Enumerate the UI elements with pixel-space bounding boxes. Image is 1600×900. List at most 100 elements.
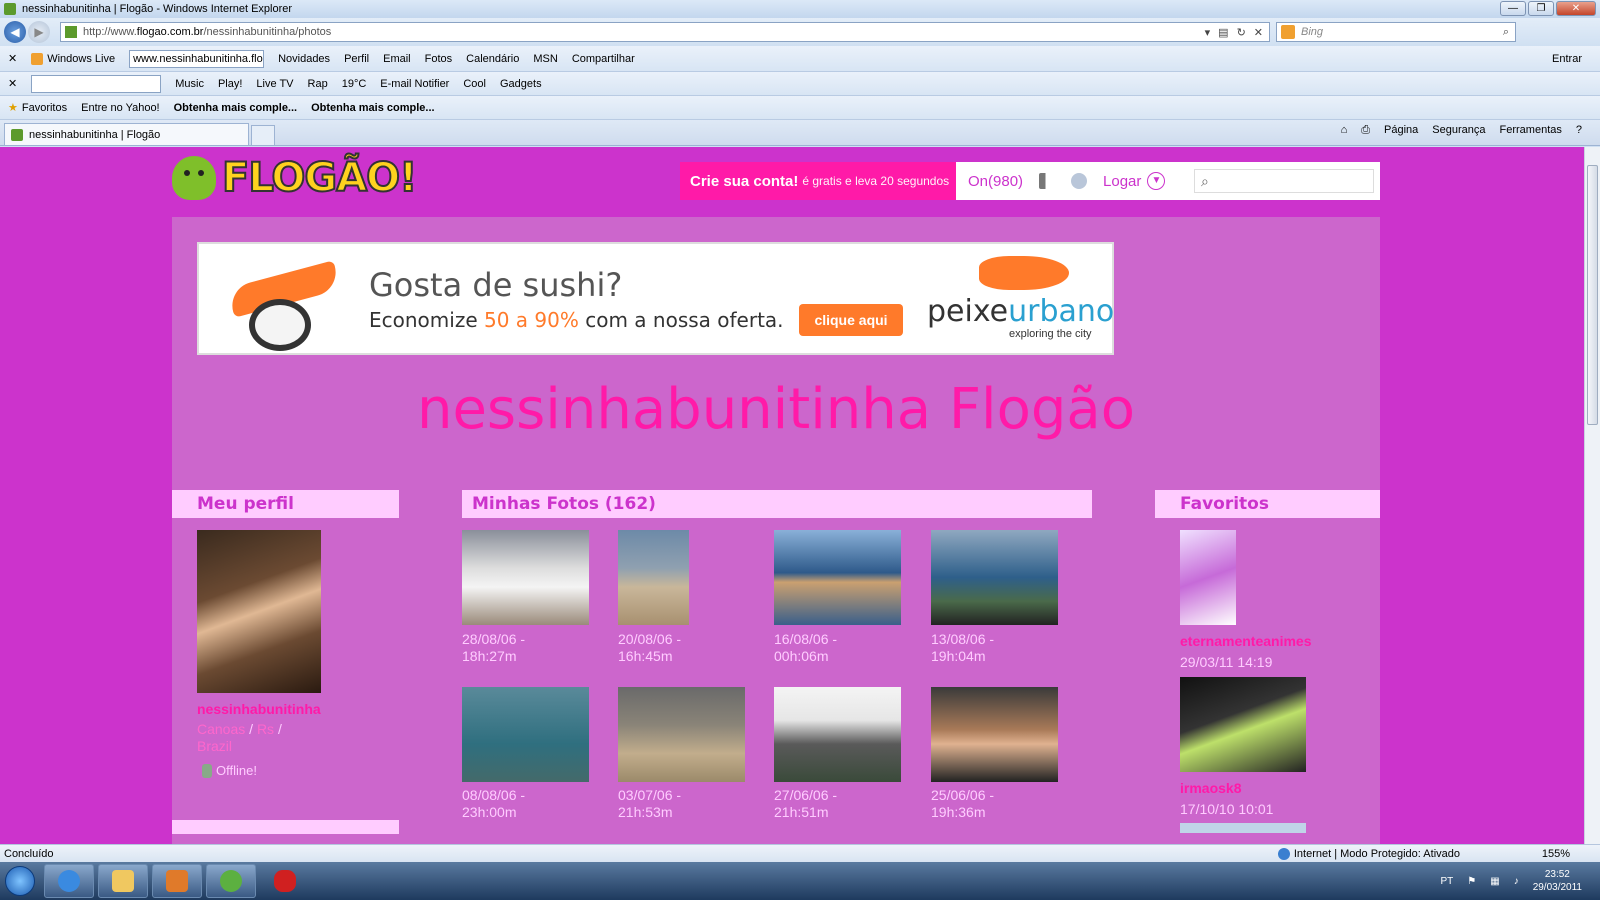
toolbar-music[interactable]: Music — [175, 78, 204, 90]
fav-obtenha-1[interactable]: Obtenha mais comple... — [174, 102, 297, 114]
profile-state[interactable]: Rs — [257, 721, 274, 737]
minimize-button[interactable]: — — [1500, 1, 1526, 16]
browser-search-box[interactable]: Bing ⌕ — [1276, 22, 1516, 42]
favorites-heading: Favoritos — [1155, 490, 1380, 518]
ad-line: Economize 50 a 90% com a nossa oferta. — [369, 308, 784, 332]
restore-button[interactable]: ❐ — [1528, 1, 1554, 16]
search-icon[interactable]: ⌕ — [1503, 26, 1509, 39]
profile-photo[interactable] — [197, 530, 321, 693]
signup-button[interactable]: Crie sua conta! é gratis e leva 20 segun… — [680, 162, 956, 200]
online-count[interactable]: On(980) — [968, 173, 1023, 190]
toolbar-live-tv[interactable]: Live TV — [256, 78, 293, 90]
back-button[interactable]: ◀ — [4, 21, 26, 43]
close-button[interactable]: ✕ — [1556, 1, 1596, 16]
favorites-button[interactable]: ★ Favoritos — [8, 101, 67, 115]
photo-caption: 08/08/06 -23h:00m — [462, 787, 526, 820]
favorite-thumb[interactable] — [1180, 823, 1306, 833]
window-title: nessinhabunitinha | Flogão - Windows Int… — [22, 3, 293, 15]
fav-yahoo[interactable]: Entre no Yahoo! — [81, 102, 160, 114]
ad-banner[interactable]: Gosta de sushi? Economize 50 a 90% com a… — [197, 242, 1114, 355]
tab-flogao[interactable]: nessinhabunitinha | Flogão — [4, 123, 249, 145]
compat-icon[interactable]: ▤ — [1218, 26, 1228, 39]
help-icon[interactable]: ? — [1576, 124, 1582, 137]
cmd-seguranca[interactable]: Segurança — [1432, 124, 1485, 137]
help-circle-icon[interactable] — [1071, 173, 1088, 189]
profile-username[interactable]: nessinhabunitinha — [197, 701, 321, 717]
profile-country[interactable]: Brazil — [197, 738, 232, 754]
favorite-thumb[interactable] — [1180, 677, 1306, 772]
vertical-scrollbar[interactable] — [1584, 147, 1600, 844]
favorite-name[interactable]: eternamenteanimes — [1180, 633, 1312, 649]
live-nav-calendario[interactable]: Calendário — [466, 53, 519, 65]
taskbar-app[interactable] — [260, 864, 310, 898]
taskbar-ie[interactable] — [44, 864, 94, 898]
close-toolbar-icon[interactable]: ✕ — [8, 77, 17, 90]
photo-thumb[interactable] — [462, 687, 589, 782]
live-search-input[interactable]: www.nessinhabunitinha.flogao.com.br — [129, 49, 265, 68]
volume-icon[interactable]: ♪ — [1514, 876, 1519, 887]
live-nav-fotos[interactable]: Fotos — [425, 53, 453, 65]
favorite-thumb[interactable] — [1180, 530, 1236, 625]
close-toolbar-icon[interactable]: ✕ — [8, 52, 17, 65]
cmd-ferramentas[interactable]: Ferramentas — [1500, 124, 1562, 137]
refresh-icon[interactable]: ↻ — [1237, 26, 1246, 39]
profile-city[interactable]: Canoas — [197, 721, 245, 737]
live-nav-msn[interactable]: MSN — [533, 53, 557, 65]
taskbar-messenger[interactable] — [206, 864, 256, 898]
language-indicator[interactable]: PT — [1440, 876, 1453, 887]
user-status-icon — [202, 763, 212, 778]
print-icon[interactable]: ⎙ — [1361, 124, 1370, 137]
taskbar-explorer[interactable] — [98, 864, 148, 898]
dropdown-icon[interactable]: ▾ — [1205, 26, 1211, 39]
flag-icon[interactable]: ⚑ — [1467, 876, 1476, 887]
start-button[interactable] — [0, 862, 40, 900]
home-icon[interactable]: ⌂ — [1341, 124, 1348, 137]
gadgets-button[interactable]: Gadgets — [500, 78, 542, 90]
window-controls: — ❐ ✕ — [1500, 1, 1596, 16]
favorite-date: 29/03/11 14:19 — [1180, 654, 1273, 670]
toolbar-play[interactable]: Play! — [218, 78, 242, 90]
security-zone[interactable]: Internet | Modo Protegido: Ativado — [1277, 847, 1460, 860]
email-notifier[interactable]: E-mail Notifier — [380, 78, 449, 90]
address-url: http://www.flogao.com.br/nessinhabunitin… — [83, 26, 332, 38]
photo-thumb[interactable] — [462, 530, 589, 625]
photo-thumb[interactable] — [618, 530, 689, 625]
taskbar-media-player[interactable] — [152, 864, 202, 898]
scrollbar-thumb[interactable] — [1587, 165, 1598, 425]
windows-live-brand[interactable]: Windows Live — [31, 52, 115, 65]
cool-button[interactable]: Cool — [463, 78, 486, 90]
login-button[interactable]: Logar ▼ — [1103, 172, 1166, 190]
live-nav-compartilhar[interactable]: Compartilhar — [572, 53, 635, 65]
favorite-name[interactable]: irmaosk8 — [1180, 780, 1241, 796]
live-sign-in[interactable]: Entrar — [1552, 53, 1582, 65]
window-titlebar: nessinhabunitinha | Flogão - Windows Int… — [0, 0, 1600, 18]
forward-button[interactable]: ▶ — [28, 21, 50, 43]
photo-thumb[interactable] — [774, 687, 901, 782]
speaker-icon[interactable] — [1039, 173, 1056, 189]
media-player-icon — [166, 870, 188, 892]
fav-obtenha-2[interactable]: Obtenha mais comple... — [311, 102, 434, 114]
photo-thumb[interactable] — [618, 687, 745, 782]
network-icon[interactable]: ▦ — [1490, 876, 1499, 887]
live-nav-perfil[interactable]: Perfil — [344, 53, 369, 65]
ad-cta-button[interactable]: clique aqui — [799, 304, 903, 336]
weather-temp[interactable]: 19°C — [342, 78, 367, 90]
cmd-pagina[interactable]: Página — [1384, 124, 1418, 137]
system-tray: PT ⚑ ▦ ♪ 23:52 29/03/2011 — [1440, 868, 1600, 894]
address-bar[interactable]: http://www.flogao.com.br/nessinhabunitin… — [60, 22, 1270, 42]
toolbar-search-input[interactable] — [31, 74, 162, 93]
zoom-level[interactable]: 155% — [1542, 848, 1570, 860]
site-search-input[interactable]: ⌕ — [1194, 169, 1374, 193]
flogao-logo[interactable]: FLOGÃO! — [172, 154, 418, 202]
media-toolbar: ✕ Music Play! Live TV Rap 19°C E-mail No… — [0, 72, 1600, 96]
photo-thumb[interactable] — [931, 687, 1058, 782]
photo-thumb[interactable] — [774, 530, 901, 625]
radio-station[interactable]: Rap — [308, 78, 328, 90]
new-tab-button[interactable] — [251, 125, 275, 145]
live-nav-email[interactable]: Email — [383, 53, 411, 65]
stop-icon[interactable]: ✕ — [1254, 26, 1263, 39]
photo-thumb[interactable] — [931, 530, 1058, 625]
live-nav-novidades[interactable]: Novidades — [278, 53, 330, 65]
photo-caption: 27/06/06 -21h:51m — [774, 787, 838, 820]
clock[interactable]: 23:52 29/03/2011 — [1533, 868, 1582, 894]
